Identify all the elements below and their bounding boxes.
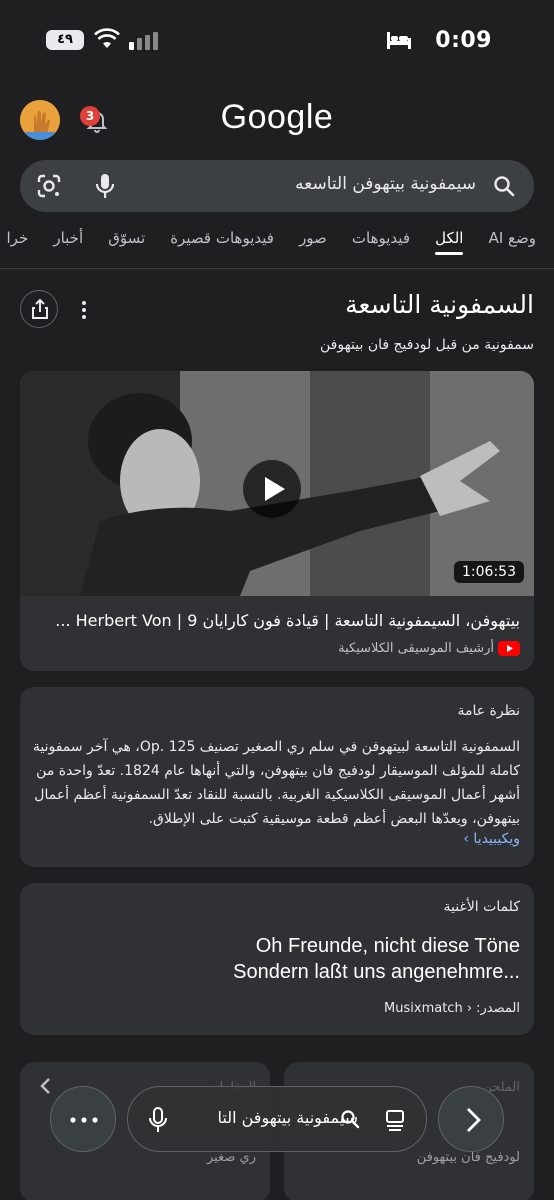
share-button[interactable] xyxy=(20,290,58,328)
tabs-divider xyxy=(0,268,554,269)
lyrics-source[interactable]: المصدر: ‹ Musixmatch xyxy=(384,1001,520,1016)
search-tabs: وضع AI الكل فيديوهات صور فيديوهات قصيرة … xyxy=(0,228,554,262)
status-time: 0:09 xyxy=(435,28,492,53)
video-title[interactable]: بيتهوفن، السيمفونية التاسعة | قيادة فون … xyxy=(30,611,520,630)
tab-news[interactable]: أخبار xyxy=(53,229,83,255)
chevron-right-icon xyxy=(467,1108,481,1132)
tab-images[interactable]: صور xyxy=(299,229,327,255)
lyrics-line: Sondern laßt uns angenehmre... xyxy=(233,961,520,983)
lyrics-label: كلمات الأغنية xyxy=(443,899,520,915)
play-icon xyxy=(265,477,285,501)
more-actions-button[interactable] xyxy=(50,1086,116,1152)
more-options-icon[interactable] xyxy=(76,300,92,320)
overview-text: السمفونية التاسعة لبيتهوفن في سلم ري الص… xyxy=(32,739,520,827)
tab-shopping[interactable]: تسوّق xyxy=(108,229,145,255)
tabs-icon[interactable] xyxy=(384,1109,406,1131)
tab-short-videos[interactable]: فيديوهات قصيرة xyxy=(170,229,274,255)
battery-indicator: ٤٩ xyxy=(46,30,84,50)
next-result-button[interactable] xyxy=(438,1086,504,1152)
video-channel-name: أرشيف الموسيقى الكلاسيكية xyxy=(338,641,494,656)
video-source: أرشيف الموسيقى الكلاسيكية xyxy=(338,641,520,656)
wifi-icon xyxy=(94,28,120,48)
lyrics-card[interactable]: كلمات الأغنية Oh Freunde, nicht diese Tö… xyxy=(20,883,534,1035)
sleep-mode-icon xyxy=(387,32,411,49)
more-horizontal-icon xyxy=(70,1117,98,1123)
lyrics-line: Oh Freunde, nicht diese Töne xyxy=(255,935,520,957)
signal-icon xyxy=(129,32,158,50)
google-logo[interactable]: Google xyxy=(0,98,554,137)
overview-label: نظرة عامة xyxy=(457,703,520,719)
video-result-card[interactable]: 1:06:53 بيتهوفن، السيمفونية التاسعة | قي… xyxy=(20,371,534,671)
knowledge-panel-title: السمفونية التاسعة xyxy=(345,290,534,319)
bottom-search-bar[interactable]: سيمفونية بيتهوفن التا xyxy=(127,1086,427,1152)
status-bar: ٤٩ 0:09 xyxy=(0,0,554,80)
bottom-search-query[interactable]: سيمفونية بيتهوفن التا xyxy=(188,1108,358,1127)
tab-all[interactable]: الكل xyxy=(435,229,464,255)
youtube-icon xyxy=(498,641,520,656)
tab-more[interactable]: خرا xyxy=(7,229,29,255)
video-thumbnail[interactable]: 1:06:53 xyxy=(20,371,534,596)
play-button[interactable] xyxy=(243,460,301,518)
google-lens-icon[interactable] xyxy=(36,173,62,199)
chevron-left-icon[interactable] xyxy=(38,1076,52,1096)
wikipedia-link[interactable]: ويكيبيديا › xyxy=(463,831,520,847)
overview-card: نظرة عامة السمفونية التاسعة لبيتهوفن في … xyxy=(20,687,534,867)
search-input[interactable]: سيمفونية بيتهوفن التاسعه xyxy=(295,174,476,194)
key-value: ري صغير xyxy=(207,1150,256,1165)
tab-ai-mode[interactable]: وضع AI xyxy=(489,229,536,255)
knowledge-panel-subtitle: سمفونية من قبل لودفيج فان بيتهوفن xyxy=(320,337,534,353)
search-icon[interactable] xyxy=(340,1109,360,1129)
share-icon xyxy=(32,298,48,319)
voice-search-icon[interactable] xyxy=(148,1107,168,1133)
search-icon[interactable] xyxy=(492,174,516,198)
voice-search-icon[interactable] xyxy=(94,173,116,199)
tab-videos[interactable]: فيديوهات xyxy=(352,229,410,255)
search-box[interactable]: سيمفونية بيتهوفن التاسعه xyxy=(20,160,534,212)
video-duration: 1:06:53 xyxy=(454,561,524,583)
